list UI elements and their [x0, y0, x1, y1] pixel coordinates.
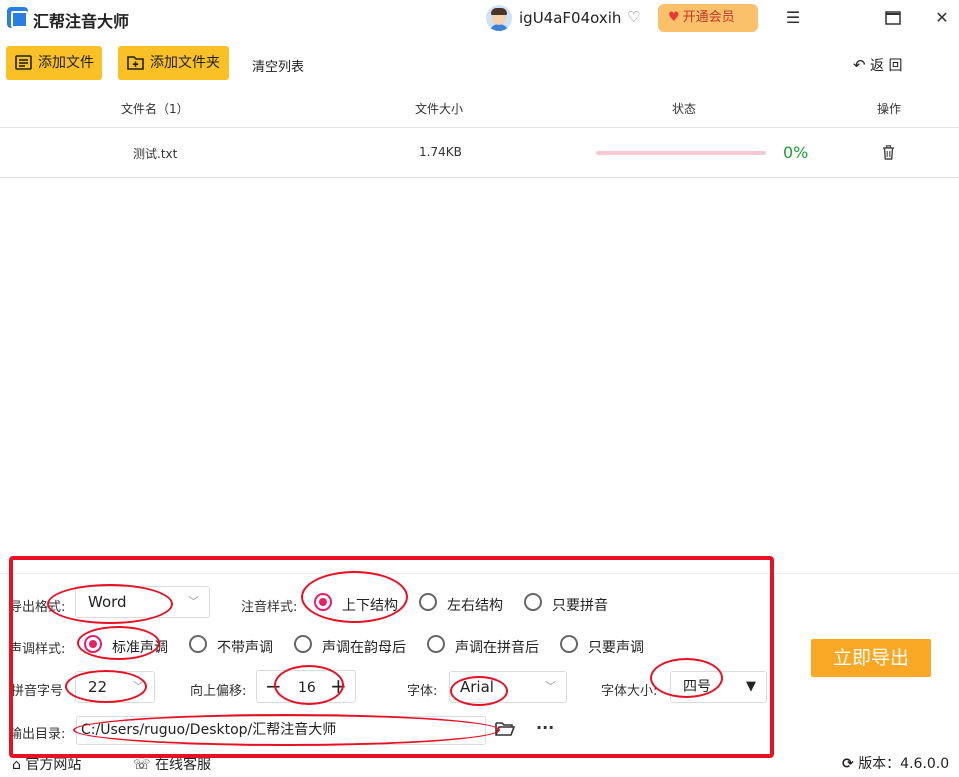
progress-percent: 0%: [783, 143, 809, 162]
tone-option-after-final[interactable]: 声调在韵母后: [322, 637, 406, 657]
radio-style-updown[interactable]: [314, 593, 332, 611]
add-file-button[interactable]: 添加文件: [6, 46, 102, 80]
style-label: 注音样式:: [241, 600, 298, 615]
app-logo-icon: [7, 7, 28, 28]
folder-open-icon[interactable]: [495, 721, 515, 737]
title-bar: 汇帮注音大师 igU4aF04oxih ♡ ♥ 开通会员 ☰ ✕: [0, 0, 959, 38]
pinyin-size-select[interactable]: 22 ﹀: [75, 671, 155, 703]
column-header-action: 操作: [877, 102, 902, 116]
font-select[interactable]: Arial ﹀: [449, 671, 567, 703]
style-option-pinyin-only[interactable]: 只要拼音: [552, 595, 608, 615]
support-link[interactable]: ☏ 在线客服: [133, 754, 211, 774]
pinyin-size-value: 22: [88, 678, 108, 696]
back-label: 返 回: [870, 58, 903, 74]
add-file-icon: [15, 55, 32, 70]
font-value: Arial: [460, 678, 494, 696]
diamond-icon: ♡: [627, 8, 641, 26]
settings-divider: [0, 573, 959, 574]
output-path-input[interactable]: C:/Users/ruguo/Desktop/汇帮注音大师: [76, 716, 486, 745]
radio-style-pinyin-only[interactable]: [524, 593, 542, 611]
minus-icon[interactable]: −: [265, 674, 282, 698]
tone-label: 声调样式:: [9, 642, 66, 657]
font-size-value: 四号: [683, 679, 711, 695]
file-name: 测试.txt: [133, 147, 178, 161]
add-folder-icon: [127, 56, 144, 70]
format-value: Word: [88, 593, 127, 611]
version-info[interactable]: ⟳ 版本：4.6.0.0: [842, 753, 949, 773]
back-arrow-icon: ↶: [853, 56, 866, 74]
radio-tone-standard[interactable]: [84, 635, 102, 653]
delete-icon[interactable]: [882, 145, 895, 160]
font-size-label: 字体大小:: [601, 684, 658, 699]
style-option-leftright[interactable]: 左右结构: [447, 595, 503, 615]
offset-value: 16: [298, 680, 316, 696]
offset-label: 向上偏移:: [190, 684, 247, 699]
add-file-label: 添加文件: [38, 55, 94, 71]
font-size-select[interactable]: 四号 ▼: [670, 671, 767, 703]
home-icon: ⌂: [12, 757, 21, 773]
chevron-down-icon: ﹀: [545, 680, 556, 693]
chevron-down-icon: ﹀: [188, 595, 199, 608]
column-header-size: 文件大小: [415, 102, 464, 116]
add-folder-button[interactable]: 添加文件夹: [118, 46, 229, 80]
app-title: 汇帮注音大师: [33, 12, 130, 31]
refresh-icon: ⟳: [842, 756, 854, 772]
vip-button[interactable]: ♥ 开通会员: [658, 4, 758, 32]
format-select[interactable]: Word ﹀: [75, 586, 210, 618]
file-size: 1.74KB: [419, 145, 462, 159]
radio-tone-only[interactable]: [560, 635, 578, 653]
username[interactable]: igU4aF04oxih: [519, 9, 621, 27]
table-row: 测试.txt 1.74KB 0%: [0, 128, 959, 178]
menu-icon[interactable]: ☰: [781, 6, 805, 30]
radio-tone-after-pinyin[interactable]: [427, 635, 445, 653]
clear-list-button[interactable]: 清空列表: [252, 56, 304, 75]
support-label: 在线客服: [154, 757, 211, 773]
format-label: 导出格式:: [9, 600, 66, 615]
heart-icon: ♥: [668, 10, 680, 25]
maximize-icon[interactable]: [881, 6, 905, 30]
user-avatar[interactable]: [486, 5, 512, 31]
font-label: 字体:: [407, 684, 438, 699]
back-button[interactable]: ↶ 返 回: [853, 55, 902, 75]
vip-button-label: 开通会员: [682, 10, 735, 25]
column-header-status: 状态: [672, 102, 697, 116]
tone-option-only[interactable]: 只要声调: [588, 637, 644, 657]
add-folder-label: 添加文件夹: [150, 55, 220, 71]
plus-icon[interactable]: +: [330, 674, 347, 698]
radio-style-leftright[interactable]: [419, 593, 437, 611]
website-link[interactable]: ⌂ 官方网站: [12, 754, 81, 774]
export-button[interactable]: 立即导出: [811, 639, 931, 677]
more-options-button[interactable]: ···: [536, 718, 554, 737]
version-label: 版本：4.6.0.0: [858, 756, 950, 772]
output-label: 输出目录:: [9, 727, 66, 742]
style-option-updown[interactable]: 上下结构: [342, 595, 398, 615]
radio-tone-after-final[interactable]: [294, 635, 312, 653]
tone-option-none[interactable]: 不带声调: [217, 637, 273, 657]
tone-option-after-pinyin[interactable]: 声调在拼音后: [455, 637, 539, 657]
radio-tone-none[interactable]: [189, 635, 207, 653]
column-header-filename: 文件名（1）: [121, 102, 189, 116]
pinyin-size-label: 拼音字号: [11, 684, 64, 699]
tone-option-standard[interactable]: 标准声调: [112, 637, 168, 657]
progress-bar: [596, 151, 766, 155]
chevron-down-icon: ﹀: [133, 680, 144, 693]
caret-down-icon: ▼: [746, 679, 756, 694]
website-label: 官方网站: [25, 757, 82, 773]
file-table-header: 文件名（1） 文件大小 状态 操作: [0, 88, 959, 128]
offset-stepper[interactable]: − 16 +: [256, 670, 356, 703]
close-icon[interactable]: ✕: [930, 6, 954, 30]
support-icon: ☏: [133, 757, 151, 773]
